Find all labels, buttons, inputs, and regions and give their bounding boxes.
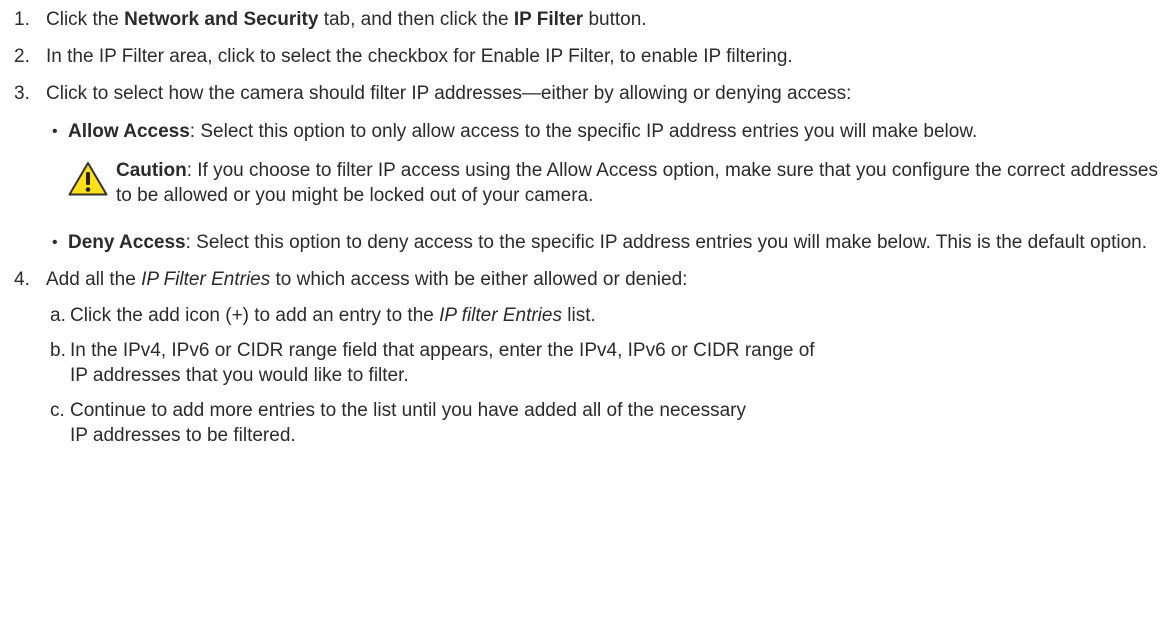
bullet-dot: • — [52, 234, 58, 251]
ip-filter-entries-list-ref: IP filter Entries — [439, 305, 562, 326]
access-options-list: • Allow Access: Select this option to on… — [46, 119, 1159, 255]
step-4: 4. Add all the IP Filter Entries to whic… — [0, 267, 1159, 448]
substep-letter: b. — [50, 340, 66, 361]
bullet-allow-access: • Allow Access: Select this option to on… — [46, 119, 1159, 218]
bullet-deny-access: • Deny Access: Select this option to den… — [46, 230, 1159, 255]
step-3: 3. Click to select how the camera should… — [0, 81, 1159, 255]
network-security-tab-ref: Network and Security — [124, 9, 319, 30]
substep-letter: c. — [50, 400, 65, 421]
bullet-text: Allow Access: Select this option to only… — [68, 121, 978, 142]
deny-access-label: Deny Access — [68, 232, 186, 253]
substep-a: a. Click the add icon (+) to add an entr… — [46, 303, 1159, 328]
caution-note: Caution: If you choose to filter IP acce… — [68, 158, 1159, 218]
steps-list: 1. Click the Network and Security tab, a… — [0, 7, 1159, 448]
bullet-dot: • — [52, 123, 58, 140]
warning-triangle-icon — [68, 161, 108, 197]
ip-filter-entries-ref: IP Filter Entries — [141, 269, 271, 290]
caution-label: Caution — [116, 160, 187, 181]
substep-c: c. Continue to add more entries to the l… — [46, 398, 1159, 448]
step-number: 4. — [14, 269, 30, 290]
substep-text: Continue to add more entries to the list… — [70, 400, 746, 446]
step-2: 2. In the IP Filter area, click to selec… — [0, 44, 1159, 69]
substep-letter: a. — [50, 305, 66, 326]
step-text: Click the Network and Security tab, and … — [46, 9, 647, 30]
caution-text: Caution: If you choose to filter IP acce… — [116, 160, 1158, 206]
step-number: 3. — [14, 83, 30, 104]
step-text: In the IP Filter area, click to select t… — [46, 46, 793, 67]
substep-text: Click the add icon (+) to add an entry t… — [70, 305, 596, 326]
document-page: 1. Click the Network and Security tab, a… — [0, 0, 1169, 644]
bullet-text: Deny Access: Select this option to deny … — [68, 232, 1148, 253]
substep-b: b. In the IPv4, IPv6 or CIDR range field… — [46, 338, 1159, 388]
substep-text: In the IPv4, IPv6 or CIDR range field th… — [70, 340, 815, 386]
step-number: 2. — [14, 46, 30, 67]
ip-filter-button-ref: IP Filter — [513, 9, 584, 30]
step-text: Click to select how the camera should fi… — [46, 83, 852, 104]
substeps-list: a. Click the add icon (+) to add an entr… — [46, 303, 1159, 448]
warning-triangle-svg — [68, 162, 108, 196]
step-1: 1. Click the Network and Security tab, a… — [0, 7, 1159, 32]
step-text: Add all the IP Filter Entries to which a… — [46, 269, 688, 290]
step-number: 1. — [14, 9, 30, 30]
allow-access-label: Allow Access — [68, 121, 190, 142]
